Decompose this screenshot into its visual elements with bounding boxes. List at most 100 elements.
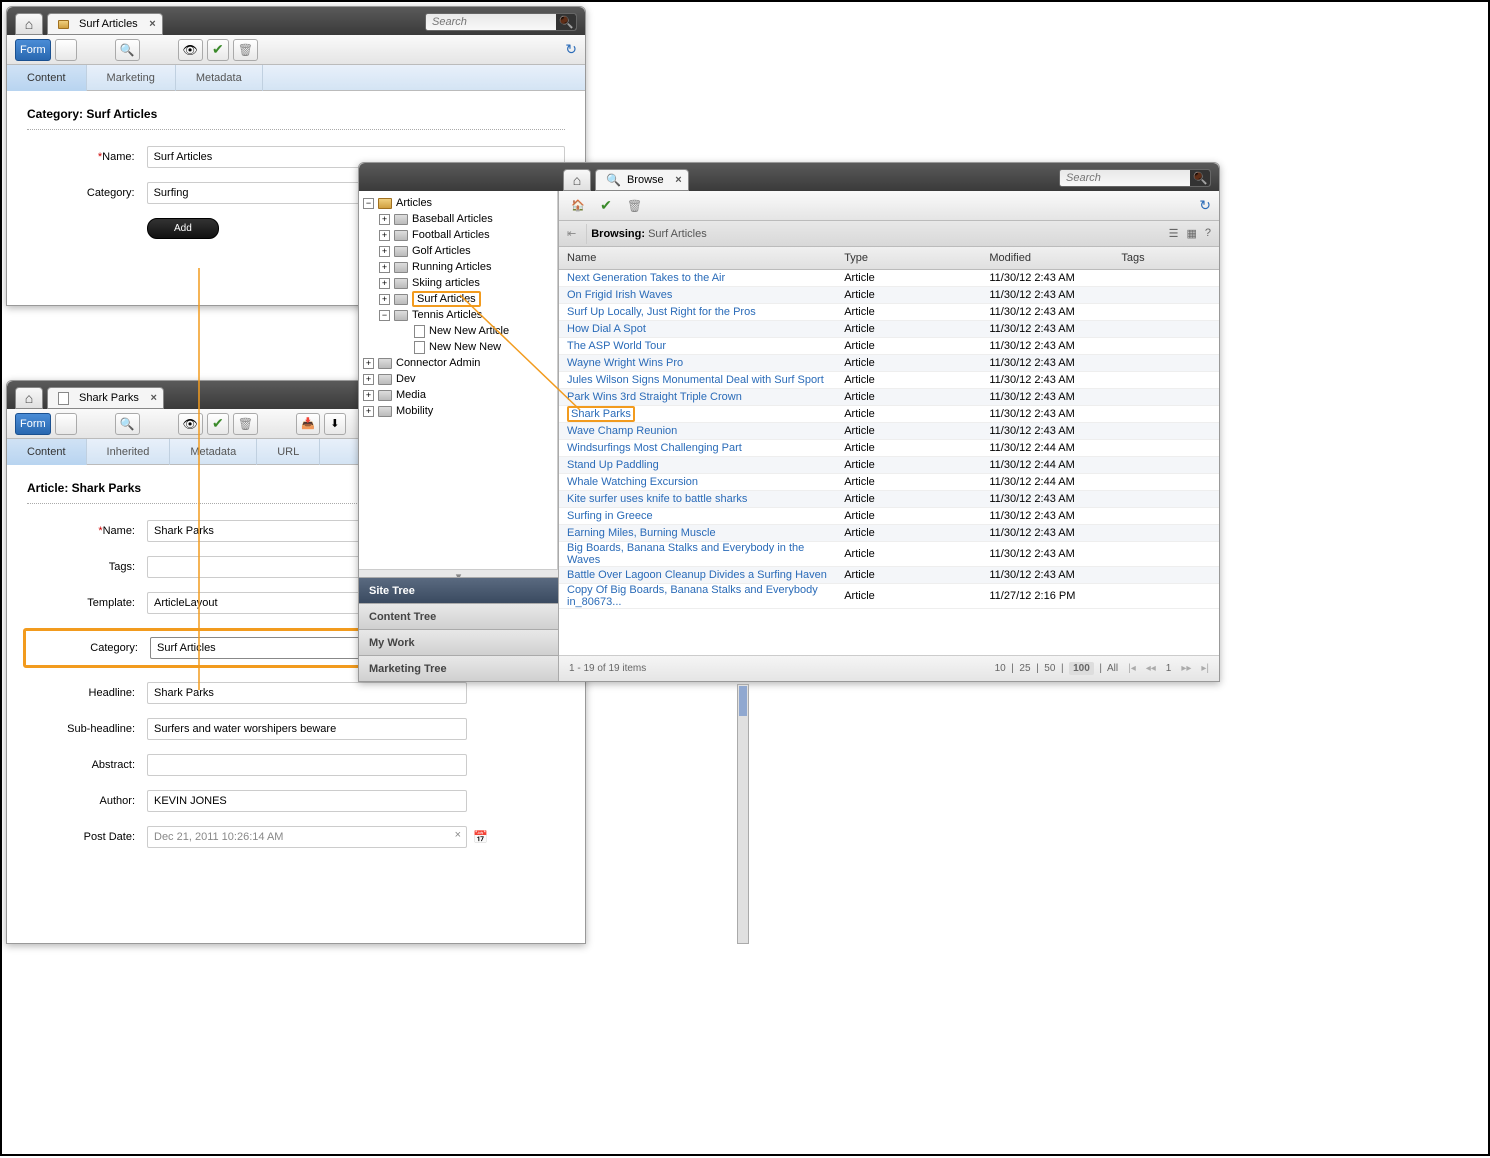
table-row[interactable]: How Dial A SpotArticle11/30/12 2:43 AM — [559, 320, 1219, 337]
approve-button[interactable] — [207, 413, 229, 435]
approve-button[interactable] — [595, 195, 617, 217]
sidetree-marketing[interactable]: Marketing Tree — [359, 655, 558, 681]
approve-button[interactable] — [207, 39, 229, 61]
table-row[interactable]: On Frigid Irish WavesArticle11/30/12 2:4… — [559, 286, 1219, 303]
close-icon[interactable]: × — [149, 18, 155, 30]
pager-next[interactable]: ▸▸ — [1181, 663, 1191, 674]
pager-prev[interactable]: ◂◂ — [1146, 663, 1156, 674]
subtab-metadata[interactable]: Metadata — [176, 65, 263, 91]
form-button[interactable]: Form — [15, 413, 51, 435]
delete-button[interactable] — [623, 195, 646, 217]
tree-collapse-handle[interactable]: ▾ — [359, 569, 558, 577]
mode-toggle-button[interactable] — [55, 413, 77, 435]
table-row[interactable]: Windsurfings Most Challenging PartArticl… — [559, 439, 1219, 456]
refresh-icon[interactable] — [565, 41, 577, 58]
close-icon[interactable]: × — [150, 392, 156, 404]
table-row[interactable]: Battle Over Lagoon Cleanup Divides a Sur… — [559, 566, 1219, 583]
search-toolbar-button[interactable] — [115, 413, 140, 435]
sidetree-mywork[interactable]: My Work — [359, 629, 558, 655]
close-icon[interactable]: × — [675, 174, 681, 186]
search-toolbar-button[interactable] — [115, 39, 140, 61]
subheadline-input[interactable] — [147, 718, 467, 740]
new-button[interactable]: 🏠 — [567, 195, 589, 217]
home-button[interactable] — [15, 13, 43, 35]
dock-icon[interactable]: ⇤ — [567, 227, 576, 240]
subtab-metadata[interactable]: Metadata — [170, 439, 257, 465]
search-input[interactable] — [426, 16, 556, 28]
sidetree-content[interactable]: Content Tree — [359, 603, 558, 629]
mode-toggle-button[interactable] — [55, 39, 77, 61]
tree-node[interactable]: +Football Articles — [363, 227, 553, 243]
tab-browse[interactable]: Browse × — [595, 169, 689, 191]
tree-node[interactable]: +Skiing articles — [363, 275, 553, 291]
inspect-button[interactable] — [178, 39, 203, 61]
pager-last[interactable]: ▸| — [1201, 663, 1209, 674]
tab-surf-articles[interactable]: Surf Articles × — [47, 13, 163, 35]
home-button[interactable] — [563, 169, 591, 191]
table-row[interactable]: Whale Watching ExcursionArticle11/30/12 … — [559, 473, 1219, 490]
sidebar: −Articles +Baseball Articles+Football Ar… — [359, 191, 559, 681]
table-row[interactable]: Next Generation Takes to the AirArticle1… — [559, 269, 1219, 286]
inspect-button[interactable] — [178, 413, 203, 435]
search-input[interactable] — [1060, 172, 1190, 184]
tree-node[interactable]: −Tennis Articles — [363, 307, 553, 323]
table-row[interactable]: Shark ParksArticle11/30/12 2:43 AM — [559, 405, 1219, 422]
table-row[interactable]: Big Boards, Banana Stalks and Everybody … — [559, 541, 1219, 566]
clear-icon[interactable]: × — [455, 829, 461, 841]
tree-node[interactable]: +Golf Articles — [363, 243, 553, 259]
tree-node[interactable]: +Mobility — [363, 403, 553, 419]
tree-node[interactable]: +Media — [363, 387, 553, 403]
table-row[interactable]: Wayne Wright Wins ProArticle11/30/12 2:4… — [559, 354, 1219, 371]
table-row[interactable]: Jules Wilson Signs Monumental Deal with … — [559, 371, 1219, 388]
tree-node[interactable]: +Running Articles — [363, 259, 553, 275]
abstract-input[interactable] — [147, 754, 467, 776]
grid-view-icon[interactable]: ▦ — [1186, 227, 1196, 240]
home-button[interactable] — [15, 387, 43, 409]
tree-node[interactable]: +Surf Articles — [363, 291, 553, 307]
form-button[interactable]: Form — [15, 39, 51, 61]
vertical-scrollbar[interactable] — [737, 684, 749, 944]
subtab-marketing[interactable]: Marketing — [87, 65, 176, 91]
col-modified[interactable]: Modified — [981, 247, 1113, 269]
headline-input[interactable] — [147, 682, 467, 704]
calendar-icon[interactable] — [473, 830, 488, 844]
table-row[interactable]: Surfing in GreeceArticle11/30/12 2:43 AM — [559, 507, 1219, 524]
subtab-content[interactable]: Content — [7, 439, 87, 465]
table-row[interactable]: Copy Of Big Boards, Banana Stalks and Ev… — [559, 583, 1219, 608]
tab-shark-parks[interactable]: Shark Parks × — [47, 387, 164, 409]
action-button-1[interactable]: 📥 — [296, 413, 320, 435]
col-type[interactable]: Type — [836, 247, 981, 269]
tree-node[interactable]: +Dev — [363, 371, 553, 387]
table-row[interactable]: Earning Miles, Burning MuscleArticle11/3… — [559, 524, 1219, 541]
tree-node[interactable]: New New New — [363, 339, 553, 355]
col-tags[interactable]: Tags — [1113, 247, 1219, 269]
tree-node[interactable]: +Connector Admin — [363, 355, 553, 371]
tree-node[interactable]: +Baseball Articles — [363, 211, 553, 227]
search-button[interactable] — [556, 13, 576, 31]
refresh-icon[interactable] — [1199, 197, 1211, 214]
table-row[interactable]: Surf Up Locally, Just Right for the Pros… — [559, 303, 1219, 320]
subtab-url[interactable]: URL — [257, 439, 320, 465]
subtab-content[interactable]: Content — [7, 65, 87, 91]
delete-button[interactable] — [233, 39, 258, 61]
tree-node-articles[interactable]: −Articles — [363, 195, 553, 211]
postdate-input[interactable] — [147, 826, 467, 848]
table-row[interactable]: Stand Up PaddlingArticle11/30/12 2:44 AM — [559, 456, 1219, 473]
table-row[interactable]: Wave Champ ReunionArticle11/30/12 2:43 A… — [559, 422, 1219, 439]
action-button-2[interactable]: ⬇ — [324, 413, 346, 435]
add-button[interactable]: Add — [147, 218, 219, 239]
pager-first[interactable]: |◂ — [1128, 663, 1136, 674]
tree-node[interactable]: New New Article — [363, 323, 553, 339]
col-name[interactable]: Name — [559, 247, 836, 269]
author-input[interactable] — [147, 790, 467, 812]
subtab-inherited[interactable]: Inherited — [87, 439, 171, 465]
help-icon[interactable]: ? — [1205, 227, 1211, 240]
table-row[interactable]: Kite surfer uses knife to battle sharksA… — [559, 490, 1219, 507]
magnifier-icon — [120, 417, 135, 431]
search-button[interactable] — [1190, 169, 1210, 187]
delete-button[interactable] — [233, 413, 258, 435]
table-row[interactable]: The ASP World TourArticle11/30/12 2:43 A… — [559, 337, 1219, 354]
list-view-icon[interactable]: ☰ — [1169, 227, 1179, 240]
sidetree-site[interactable]: Site Tree — [359, 577, 558, 603]
table-row[interactable]: Park Wins 3rd Straight Triple CrownArtic… — [559, 388, 1219, 405]
